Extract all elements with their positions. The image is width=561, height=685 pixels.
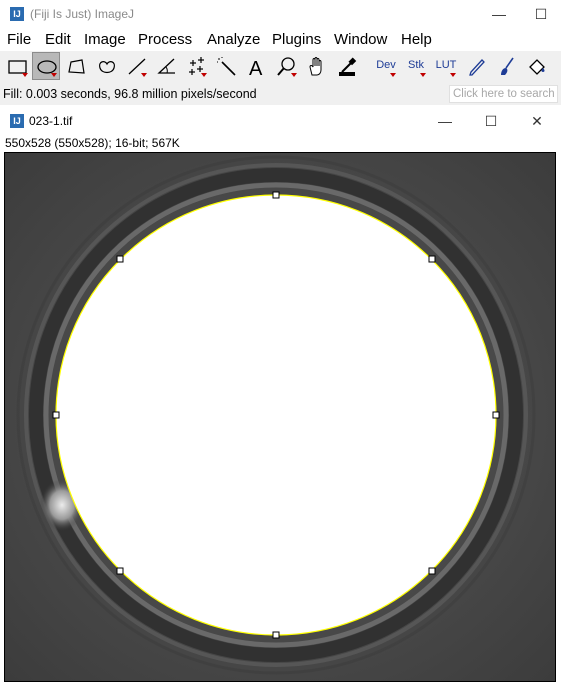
status-message: Fill: 0.003 seconds, 96.8 million pixels… [3,87,257,101]
text-icon: A [249,58,263,78]
menu-process[interactable]: Process [138,31,192,48]
polygon-tool[interactable] [62,52,90,80]
rectangle-tool[interactable] [3,52,31,80]
roi-handle-top[interactable] [272,191,280,199]
pencil-icon [469,59,485,76]
image-canvas-svg [5,153,555,681]
angle-icon [157,58,175,74]
image-maximize-button[interactable]: ☐ [468,107,514,135]
freehand-icon [99,61,115,74]
roi-handle-top-left[interactable] [116,255,124,263]
close-icon: ✕ [531,112,543,129]
image-minimize-button[interactable]: — [422,107,468,135]
bucket-icon [529,59,545,75]
roi-handle-bottom-right[interactable] [428,567,436,575]
rectangle-tool-menu-arrow [22,73,28,77]
roi-handle-right[interactable] [492,411,500,419]
wand-tool[interactable] [212,52,240,80]
menu-image[interactable]: Image [84,31,126,48]
fiji-app-icon: IJ [10,114,24,128]
roi-handle-bottom-left[interactable] [116,567,124,575]
dev-tool-menu-arrow [390,73,396,77]
oval-tool-menu-arrow [51,73,57,77]
line-tool[interactable] [122,52,150,80]
lut-tool-menu-arrow [450,73,456,77]
maximize-icon: ☐ [484,112,498,129]
menu-edit[interactable]: Edit [45,31,71,48]
dropper-tool[interactable] [332,52,360,80]
minimize-icon: — [438,113,452,129]
menu-analyze[interactable]: Analyze [207,31,260,48]
roi-handle-top-right[interactable] [428,255,436,263]
image-canvas[interactable] [4,152,556,682]
brush-icon [501,57,514,75]
flood-fill-tool[interactable] [522,52,550,80]
zoom-tool-menu-arrow [291,73,297,77]
freehand-tool[interactable] [92,52,120,80]
stk-tool-label: Stk [408,59,424,71]
image-window-title: 023-1.tif [29,114,73,128]
fiji-app-icon: IJ [10,7,24,21]
angle-tool[interactable] [152,52,180,80]
line-tool-menu-arrow [141,73,147,77]
stk-tool[interactable]: Stk [401,52,429,80]
oval-tool[interactable] [32,52,60,80]
image-titlebar[interactable]: IJ 023-1.tif — ☐ ✕ [0,108,561,134]
minimize-icon: — [492,6,506,22]
maximize-button[interactable]: ☐ [518,0,561,28]
roi-handle-bottom[interactable] [272,631,280,639]
roi-handle-left[interactable] [52,411,60,419]
dev-tool[interactable]: Dev [371,52,399,80]
dropper-icon [339,57,357,76]
hand-tool[interactable] [302,52,330,80]
zoom-tool[interactable] [272,52,300,80]
polygon-icon [68,59,85,74]
toolbar: A Dev Stk LUT [0,51,561,84]
image-close-button[interactable]: ✕ [514,107,560,135]
menu-window[interactable]: Window [334,31,387,48]
image-window: IJ 023-1.tif — ☐ ✕ 550x528 (550x528); 16… [0,108,561,685]
image-info: 550x528 (550x528); 16-bit; 567K [5,136,180,150]
maximize-icon: ☐ [534,5,548,22]
text-tool[interactable]: A [242,52,270,80]
main-window-title: (Fiji Is Just) ImageJ [30,7,135,21]
wand-icon [217,57,236,76]
point-tool-menu-arrow [201,73,207,77]
lut-tool[interactable]: LUT [431,52,459,80]
menu-plugins[interactable]: Plugins [272,31,321,48]
search-input[interactable]: Click here to search [449,85,558,103]
brush-tool[interactable] [492,52,520,80]
status-bar: Fill: 0.003 seconds, 96.8 million pixels… [0,84,561,105]
main-titlebar[interactable]: IJ (Fiji Is Just) ImageJ — ☐ [0,0,561,28]
menu-help[interactable]: Help [401,31,432,48]
point-tool[interactable] [182,52,210,80]
svg-text:A: A [249,58,263,78]
menu-bar: File Edit Image Process Analyze Plugins … [0,28,561,50]
pencil-tool[interactable] [462,52,490,80]
lut-tool-label: LUT [435,59,457,71]
menu-file[interactable]: File [7,31,31,48]
hand-icon [309,57,322,76]
dev-tool-label: Dev [376,59,396,71]
stk-tool-menu-arrow [420,73,426,77]
minimize-button[interactable]: — [476,0,522,28]
